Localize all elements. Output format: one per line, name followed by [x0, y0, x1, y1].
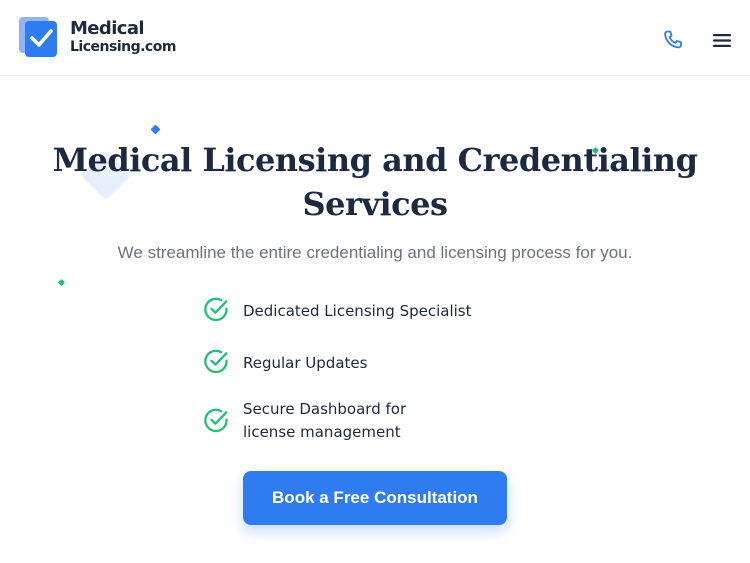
feature-label: Regular Updates: [243, 354, 368, 372]
page-title-line1: Medical Licensing and Credentialing: [52, 141, 698, 179]
book-consultation-button[interactable]: Book a Free Consultation: [243, 471, 507, 525]
site-header: Medical Licensing.com: [0, 0, 750, 76]
logo-text-line2: Licensing.com: [70, 39, 176, 55]
page-title-line2: Services: [302, 185, 448, 223]
check-circle-icon: [203, 407, 230, 434]
check-circle-icon: [203, 296, 230, 323]
logo-link[interactable]: Medical Licensing.com: [18, 16, 176, 58]
phone-icon: [661, 30, 685, 55]
feature-item: Regular Updates: [203, 348, 367, 375]
feature-label: Dedicated Licensing Specialist: [243, 302, 472, 320]
feature-item: Secure Dashboard for license management: [203, 398, 463, 444]
hero-subtitle: We streamline the entire credentialing a…: [117, 243, 633, 262]
feature-label: Secure Dashboard for license management: [243, 400, 407, 441]
page-title: Medical Licensing and Credentialing Serv…: [50, 138, 700, 226]
hamburger-menu-icon: [711, 33, 733, 52]
logo-check-icon: [18, 16, 60, 58]
decorative-diamond-green-left: [56, 275, 67, 293]
menu-button[interactable]: [710, 30, 734, 52]
logo-text: Medical Licensing.com: [70, 18, 176, 55]
logo-text-line1: Medical: [70, 18, 145, 39]
phone-button[interactable]: [660, 28, 686, 54]
check-circle-icon: [203, 348, 230, 375]
feature-item: Dedicated Licensing Specialist: [203, 296, 472, 323]
